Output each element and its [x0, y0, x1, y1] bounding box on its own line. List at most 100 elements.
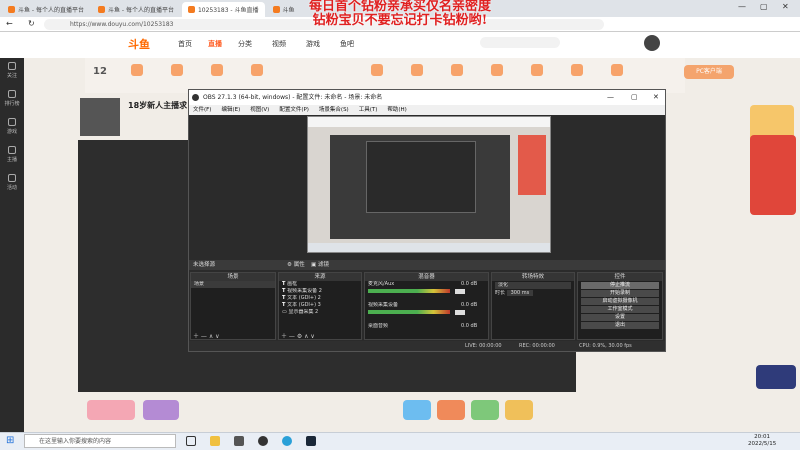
source-item[interactable]: T 文本 (GDI+) 3	[279, 302, 361, 309]
promo-badge[interactable]	[756, 365, 796, 389]
app-icon[interactable]	[234, 436, 244, 446]
menu-tools[interactable]: 工具(T)	[359, 105, 378, 115]
gift-item[interactable]	[87, 400, 135, 420]
live-status: LIVE: 00:00:00	[465, 343, 502, 349]
taskbar-clock[interactable]: 20:01 2022/5/15	[748, 434, 776, 448]
promo-card[interactable]	[750, 135, 796, 215]
activity-item[interactable]	[205, 64, 229, 78]
obs-logo-icon	[192, 94, 199, 101]
obs-maximize-icon[interactable]: ▢	[631, 90, 638, 105]
menu-file[interactable]: 文件(F)	[193, 105, 211, 115]
gift-item[interactable]	[143, 400, 179, 420]
douyu-favicon-icon	[8, 6, 15, 13]
right-side-ads: PC客户端	[660, 65, 800, 395]
activity-item[interactable]	[445, 64, 469, 78]
refresh-icon[interactable]: ↻	[28, 19, 35, 28]
steam-icon[interactable]	[306, 436, 316, 446]
virtual-camera-button[interactable]: 启动虚拟摄像机	[581, 298, 659, 305]
source-item[interactable]: ▭ 显示器采集 2	[279, 309, 361, 316]
cpu-status: CPU: 0.9%, 30.00 fps	[579, 343, 632, 349]
source-item[interactable]: T 画框	[279, 281, 361, 288]
volume-slider[interactable]	[455, 310, 465, 315]
browser-tab[interactable]: 斗鱼 - 每个人的直播平台	[92, 2, 180, 17]
scene-add-button[interactable]: ＋ — ∧ ∨	[193, 331, 220, 340]
site-logo[interactable]: 斗鱼	[128, 36, 150, 52]
stream-overlay-text: 每日首个钻粉亲承买仅名亲密度 钻粉宝贝不要忘记打卡钻粉哟!	[308, 0, 491, 28]
site-search-input[interactable]	[480, 37, 560, 48]
obs-window: OBS 27.1.3 (64-bit, windows) - 配置文件: 未命名…	[188, 89, 666, 352]
menu-edit[interactable]: 编辑(E)	[221, 105, 240, 115]
activity-icon	[171, 64, 183, 76]
nav-item-live[interactable]: 直播	[208, 39, 222, 49]
stop-streaming-button[interactable]: 停止推流	[581, 282, 659, 289]
taskbar-search[interactable]: 在这里输入你要搜索的内容	[24, 434, 176, 448]
nav-item-home[interactable]: 首页	[178, 39, 192, 49]
controls-header: 控件	[578, 273, 662, 281]
start-recording-button[interactable]: 开始录制	[581, 290, 659, 297]
obs-taskbar-icon[interactable]	[258, 436, 268, 446]
source-item[interactable]: T 文本 (GDI+) 2	[279, 295, 361, 302]
menu-scene-collection[interactable]: 场景集合(S)	[319, 105, 349, 115]
nav-item-yuba[interactable]: 鱼吧	[340, 39, 354, 49]
volume-slider[interactable]	[455, 289, 465, 294]
file-explorer-icon[interactable]	[210, 436, 220, 446]
gift-item[interactable]	[505, 400, 533, 420]
source-item[interactable]: T 视频采集设备 2	[279, 288, 361, 295]
sidebar-item-event[interactable]: 活动	[0, 170, 24, 198]
settings-button[interactable]: 设置	[581, 314, 659, 321]
streamer-avatar[interactable]	[80, 98, 120, 136]
scene-item[interactable]: 场景	[191, 281, 275, 288]
source-add-button[interactable]: ＋ — ⚙ ∧ ∨	[281, 331, 315, 340]
minimize-icon[interactable]: —	[738, 2, 746, 11]
obs-minimize-icon[interactable]: —	[607, 90, 614, 105]
activity-item[interactable]	[485, 64, 509, 78]
audio-meter	[368, 289, 450, 293]
transition-select[interactable]: 淡化	[495, 282, 571, 289]
properties-button[interactable]: ⚙ 属性	[287, 260, 305, 270]
sidebar-item-rank[interactable]: 排行榜	[0, 86, 24, 114]
activity-item[interactable]	[245, 64, 269, 78]
close-icon[interactable]: ✕	[782, 2, 789, 11]
studio-mode-button[interactable]: 工作室模式	[581, 306, 659, 313]
activity-item[interactable]	[565, 64, 589, 78]
back-icon[interactable]: ←	[6, 19, 13, 28]
activity-item[interactable]	[365, 64, 389, 78]
mixer-track: 视频采集设备 0.0 dB	[368, 302, 478, 308]
gift-item[interactable]	[403, 400, 431, 420]
activity-item[interactable]	[125, 64, 149, 78]
sources-header: 来源	[279, 273, 361, 281]
nav-item-category[interactable]: 分类	[238, 39, 252, 49]
duration-input[interactable]: 300 ms	[506, 290, 534, 296]
windows-start-icon[interactable]: ⊞	[6, 435, 14, 446]
menu-profile[interactable]: 配置文件(P)	[279, 105, 309, 115]
gift-item[interactable]	[471, 400, 499, 420]
activity-item[interactable]	[165, 64, 189, 78]
menu-help[interactable]: 帮助(H)	[387, 105, 406, 115]
pc-client-badge[interactable]: PC客户端	[684, 65, 734, 79]
activity-item[interactable]	[405, 64, 429, 78]
menu-view[interactable]: 视图(V)	[250, 105, 269, 115]
sidebar-item-follow[interactable]: 关注	[0, 58, 24, 86]
activity-item[interactable]	[525, 64, 549, 78]
maximize-icon[interactable]: ▢	[760, 2, 768, 11]
sidebar-item-game[interactable]: 游戏	[0, 114, 24, 142]
activity-item[interactable]	[605, 64, 629, 78]
nav-item-video[interactable]: 视频	[272, 39, 286, 49]
obs-preview[interactable]	[307, 116, 551, 253]
audio-meter	[368, 310, 450, 314]
obs-close-icon[interactable]: ✕	[653, 90, 659, 105]
activity-icon	[491, 64, 503, 76]
gift-item[interactable]	[437, 400, 465, 420]
nav-item-game[interactable]: 游戏	[306, 39, 320, 49]
filters-button[interactable]: ▣ 滤镜	[311, 260, 329, 270]
streamer-title: 18岁新人主播求	[128, 101, 188, 110]
sidebar-item-anchor[interactable]: 主播	[0, 142, 24, 170]
activity-icon	[211, 64, 223, 76]
browser-tab[interactable]: 斗鱼 - 每个人的直播平台	[2, 2, 90, 17]
user-avatar[interactable]	[644, 35, 660, 51]
activity-icon	[131, 64, 143, 76]
edge-browser-icon[interactable]	[282, 436, 292, 446]
transitions-panel: 转场特效 淡化 时长 300 ms	[491, 272, 575, 340]
task-view-icon[interactable]	[186, 436, 196, 446]
exit-button[interactable]: 退出	[581, 322, 659, 329]
